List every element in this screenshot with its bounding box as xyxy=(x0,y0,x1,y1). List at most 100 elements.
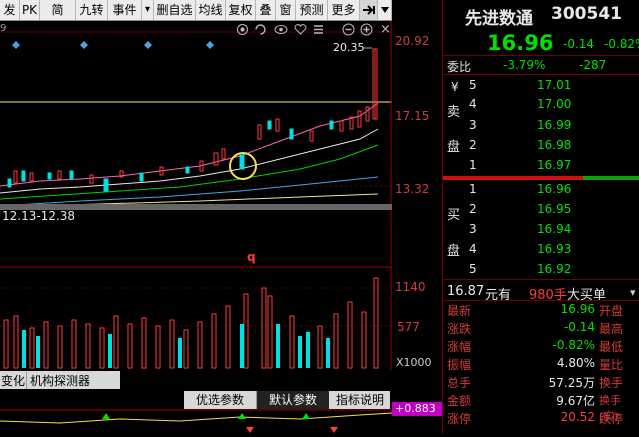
buy-level-price[interactable]: 16.94 xyxy=(537,222,571,236)
arrow-right-icon[interactable] xyxy=(360,0,378,20)
volume-chart-area[interactable] xyxy=(0,266,392,370)
eye-icon[interactable] xyxy=(274,23,288,39)
left-tick-label: 9 xyxy=(0,23,7,34)
volume-axis-unit: X1000 xyxy=(396,356,432,369)
sell-level-price[interactable]: 17.01 xyxy=(537,78,571,92)
stat-value: 20.52 xyxy=(560,410,595,424)
stat-label: 量比 xyxy=(599,358,624,372)
sell-level-num: 1 xyxy=(469,158,477,172)
indicator-tab-strip: 变化 机构探测器 xyxy=(0,371,120,389)
toolbar-item-jiuzhuan[interactable]: 九转 xyxy=(76,0,108,20)
tab-change[interactable]: 变化 xyxy=(0,372,27,389)
range-label: 12.13-12.38 xyxy=(2,209,76,223)
zoom-in-icon[interactable] xyxy=(360,23,373,39)
buy-level-price[interactable]: 16.92 xyxy=(537,262,571,276)
param-tab-strip: 优选参数 默认参数 指标说明 xyxy=(184,391,390,409)
settings-icon[interactable] xyxy=(236,23,249,39)
toolbar-item-window[interactable]: 窗 xyxy=(276,0,296,20)
sell-level-num: 5 xyxy=(469,78,477,92)
sell-level-price[interactable]: 17.00 xyxy=(537,97,571,111)
stat-value: -0.14 xyxy=(563,320,595,334)
sell-level-price[interactable]: 16.97 xyxy=(537,158,571,172)
sell-level-num: 2 xyxy=(469,138,477,152)
tab-indicator-help[interactable]: 指标说明 xyxy=(330,391,390,409)
toolbar-item-fa[interactable]: 发 xyxy=(0,0,20,20)
committee-diff: -287 xyxy=(579,58,607,72)
zoom-out-icon[interactable] xyxy=(342,23,355,39)
stat-value: 9.67亿 xyxy=(556,394,595,408)
toolbar-item-more[interactable]: 更多 xyxy=(328,0,360,20)
sell-level-num: 4 xyxy=(469,97,477,111)
toolbar-item-jian[interactable]: 简 xyxy=(40,0,76,20)
volume-bars xyxy=(0,266,392,370)
refresh-icon[interactable] xyxy=(254,23,267,39)
scroll-down-icon[interactable] xyxy=(378,0,392,20)
toolbar-item-overlay[interactable]: 叠 xyxy=(256,0,276,20)
tab-default-params[interactable]: 默认参数 xyxy=(257,391,329,409)
menu-icon[interactable] xyxy=(312,23,325,39)
buy-side-label-2: 盘 xyxy=(447,244,461,259)
stat-value: 57.25万 xyxy=(548,376,595,390)
buy-level-price[interactable]: 16.96 xyxy=(537,182,571,196)
price-axis-mid: 17.15 xyxy=(395,109,430,123)
committee-ratio: -3.79% xyxy=(503,58,546,72)
tab-optimized-params[interactable]: 优选参数 xyxy=(184,391,257,409)
price-change-pct: -0.82% xyxy=(604,37,639,51)
price-axis-low: 13.32 xyxy=(395,182,430,196)
stat-label: 振幅 xyxy=(447,358,472,372)
stat-label: 金额 xyxy=(447,394,472,408)
stat-label: 涨停 xyxy=(447,412,472,426)
toolbar-item-ma[interactable]: 均线 xyxy=(196,0,226,20)
stat-label: 换手 xyxy=(599,376,624,390)
stat-label: 最高 xyxy=(599,322,624,336)
sell-side-label-1: ¥ xyxy=(451,80,459,94)
buy-side-label-1: 买 xyxy=(447,208,461,223)
stat-label: 最低 xyxy=(599,340,624,354)
big-order-price: 16.87 xyxy=(447,284,485,299)
chevron-down-icon[interactable]: ▾ xyxy=(630,286,636,299)
sell-level-price[interactable]: 16.98 xyxy=(537,138,571,152)
buy-level-num: 1 xyxy=(469,182,477,196)
tab-institution-detector[interactable]: 机构探测器 xyxy=(30,372,90,389)
volume-axis-high: 1140 xyxy=(395,280,426,294)
stat-value: -0.82% xyxy=(552,338,595,352)
buy-level-num: 2 xyxy=(469,202,477,216)
heart-icon[interactable] xyxy=(294,23,307,39)
buy-sell-ratio-bar-green xyxy=(583,176,639,180)
stat-label: 涨幅 xyxy=(447,340,472,354)
chart-toolbar: 发 PK 简 九转 事件 ▾ 删自选 均线 复权 叠 窗 预测 更多 xyxy=(0,0,392,21)
price-axis-high: 20.92 xyxy=(395,34,430,48)
center-marker: q xyxy=(247,250,256,264)
chart-area[interactable]: 9 12.13-12.38 20.35 q × xyxy=(0,21,392,265)
last-price: 16.96 xyxy=(487,31,554,55)
committee-label: 委比 xyxy=(447,60,472,74)
volume-axis-mid: 577 xyxy=(397,320,420,334)
stat-label: 跌停 xyxy=(599,412,624,426)
stat-label: 最新 xyxy=(447,304,472,318)
high-price-marker: 20.35 xyxy=(333,41,365,54)
candlestick-chart xyxy=(0,21,392,265)
quote-panel: 先进数通 300541 16.96 -0.14 -0.82% 委比 -3.79%… xyxy=(442,0,639,434)
buy-level-price[interactable]: 16.93 xyxy=(537,242,571,256)
toolbar-item-pk[interactable]: PK xyxy=(20,0,40,20)
toolbar-item-adjust[interactable]: 复权 xyxy=(226,0,256,20)
toolbar-item-event[interactable]: 事件 xyxy=(108,0,142,20)
stock-name: 先进数通 xyxy=(465,9,533,29)
buy-level-num: 3 xyxy=(469,222,477,236)
buy-level-num: 5 xyxy=(469,262,477,276)
indicator-value: +0.883 xyxy=(392,402,445,416)
stat-label: 开盘 xyxy=(599,304,624,318)
close-icon[interactable]: × xyxy=(380,23,391,36)
buy-sell-ratio-bar-red xyxy=(443,176,583,180)
indicator-chart xyxy=(0,409,393,434)
stat-value: 16.96 xyxy=(560,302,595,316)
stat-label: 涨跌 xyxy=(447,322,472,336)
toolbar-item-forecast[interactable]: 预测 xyxy=(296,0,328,20)
buy-level-num: 4 xyxy=(469,242,477,256)
toolbar-item-remove-favorite[interactable]: 删自选 xyxy=(154,0,196,20)
stat-value: 4.80% xyxy=(556,356,595,370)
sell-level-price[interactable]: 16.99 xyxy=(537,118,571,132)
stat-label: 总手 xyxy=(447,376,472,390)
buy-level-price[interactable]: 16.95 xyxy=(537,202,571,216)
triangle-down-icon[interactable]: ▾ xyxy=(142,0,154,20)
